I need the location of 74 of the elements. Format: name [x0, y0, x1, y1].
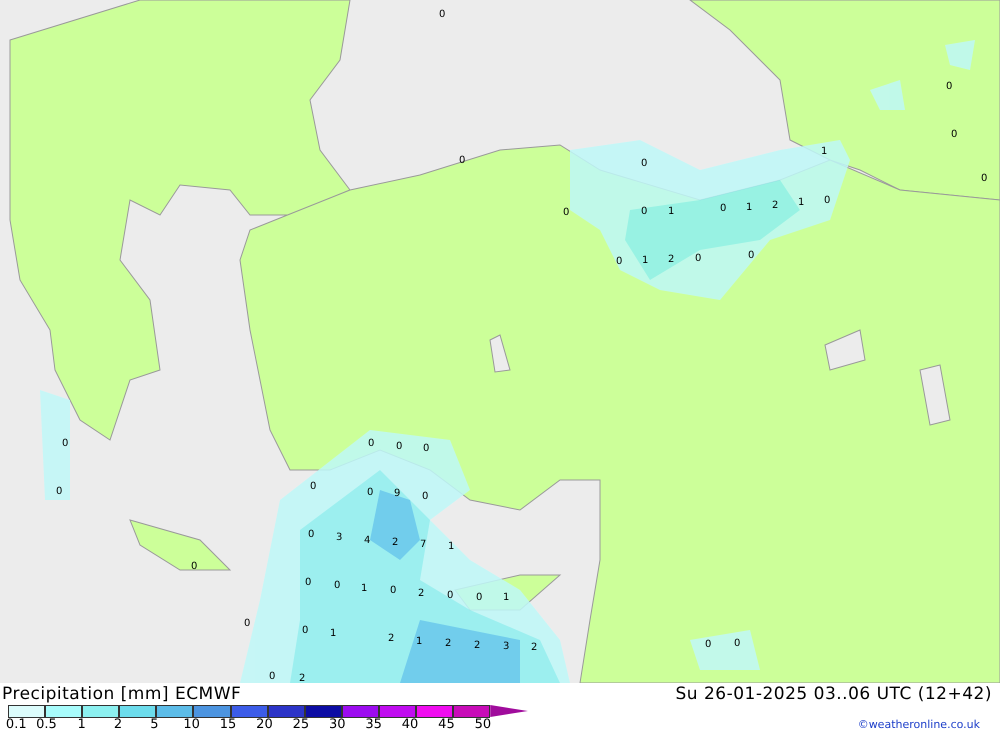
precipitation-value: 2 — [418, 587, 424, 601]
precipitation-value: 0 — [476, 591, 482, 605]
precipitation-value: 9 — [394, 487, 400, 501]
precipitation-value: 1 — [798, 196, 804, 210]
precipitation-value: 0 — [396, 440, 402, 454]
precipitation-value: 0 — [305, 576, 312, 590]
valid-time: Su 26-01-2025 03..06 UTC (12+42) — [675, 683, 992, 705]
precipitation-value: 0 — [951, 128, 958, 142]
legend-tick-label: 20 — [256, 717, 273, 733]
precipitation-value: 0 — [695, 252, 702, 266]
precipitation-value: 0 — [981, 172, 988, 186]
precipitation-value: 4 — [364, 534, 370, 548]
precipitation-value: 0 — [368, 437, 374, 451]
precipitation-value: 0 — [439, 8, 446, 22]
precipitation-value: 0 — [616, 255, 622, 269]
precipitation-value: 0 — [310, 480, 316, 494]
precipitation-value: 2 — [392, 536, 398, 550]
precipitation-value: 1 — [416, 635, 422, 649]
precipitation-value: 2 — [474, 639, 480, 653]
legend-tick-label: 25 — [292, 717, 310, 733]
precipitation-value: 0 — [748, 249, 754, 263]
credit-link[interactable]: ©weatheronline.co.uk — [858, 718, 980, 731]
precipitation-value: 0 — [824, 194, 830, 208]
legend-tick-label: 45 — [438, 717, 455, 733]
precipitation-value: 1 — [503, 591, 510, 605]
legend-tick-label: 50 — [474, 717, 492, 733]
precipitation-value: 1 — [361, 582, 368, 596]
legend-tick-label: 10 — [183, 717, 200, 733]
legend-tick-label: 30 — [328, 717, 346, 733]
precipitation-value: 0 — [422, 490, 428, 504]
legend-tick-label: 15 — [220, 717, 236, 733]
precipitation-value: 0 — [62, 437, 68, 451]
precipitation-value: 1 — [642, 254, 648, 268]
legend-tick-label: 35 — [365, 717, 382, 733]
precipitation-value: 0 — [308, 528, 314, 542]
precipitation-value: 0 — [447, 589, 454, 603]
precipitation-value: 0 — [244, 617, 250, 631]
precipitation-value: 7 — [420, 538, 426, 552]
precipitation-value: 2 — [299, 672, 306, 686]
precipitation-value: 0 — [734, 637, 740, 651]
precipitation-value: 2 — [772, 199, 778, 213]
precipitation-value: 0 — [334, 579, 340, 593]
precipitation-value: 0 — [946, 80, 952, 94]
precipitation-value: 3 — [336, 531, 342, 545]
precipitation-value: 0 — [269, 670, 276, 684]
precipitation-value: 0 — [720, 202, 726, 216]
legend-tick-label: 0.1 — [6, 717, 27, 733]
precipitation-value: 0 — [459, 154, 466, 168]
precipitation-value: 0 — [563, 206, 570, 220]
legend-tick-label: 0.5 — [36, 717, 57, 733]
precipitation-value: 0 — [191, 560, 198, 574]
precipitation-value: 0 — [423, 442, 430, 456]
legend-tick-label: 40 — [402, 717, 418, 733]
precipitation-value: 0 — [641, 205, 648, 219]
precipitation-value: 2 — [388, 632, 394, 646]
precipitation-value: 2 — [445, 637, 452, 651]
precipitation-value: 0 — [302, 624, 308, 638]
legend-tick-label: 5 — [150, 717, 159, 733]
precipitation-value: 3 — [503, 640, 510, 654]
map-title: Precipitation [mm] ECMWF — [2, 683, 242, 705]
precipitation-value: 1 — [668, 205, 674, 219]
precipitation-value: 0 — [367, 486, 374, 500]
precipitation-value: 1 — [746, 201, 752, 215]
legend-tick-label: 1 — [77, 717, 86, 733]
precipitation-value: 0 — [390, 584, 396, 598]
precipitation-value: 1 — [448, 540, 454, 554]
precipitation-value: 1 — [821, 145, 828, 159]
precipitation-value: 0 — [56, 485, 62, 499]
precipitation-value: 0 — [641, 157, 648, 171]
precipitation-value: 1 — [330, 627, 336, 641]
precipitation-value: 2 — [531, 641, 538, 655]
precipitation-value: 2 — [668, 253, 674, 267]
legend-tick-label: 2 — [114, 717, 122, 733]
precipitation-value: 0 — [705, 638, 712, 652]
